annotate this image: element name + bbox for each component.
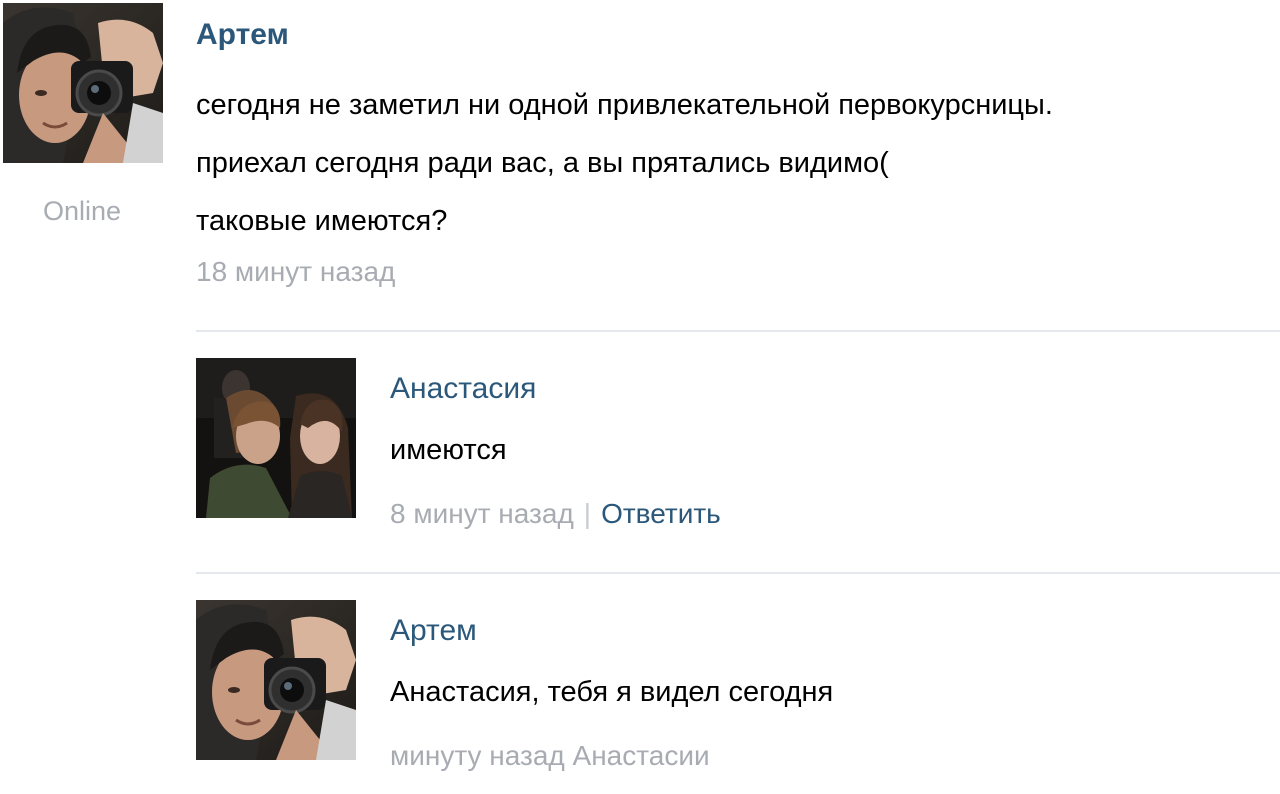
- comment-timestamp[interactable]: 8 минут назад: [390, 498, 574, 529]
- comments-divider: [196, 330, 1280, 332]
- comment-text: Анастасия, тебя я видел сегодня: [390, 676, 834, 708]
- comment-item: Анастасия имеются 8 минут назад | Ответить: [196, 358, 1280, 529]
- post-text-line: таковые имеются?: [196, 205, 448, 237]
- comment-author-name[interactable]: Артем: [390, 614, 477, 648]
- comment-author-avatar[interactable]: [196, 600, 356, 760]
- comments-divider: [196, 572, 1280, 574]
- man-with-camera-photo-icon: [196, 600, 356, 760]
- meta-separator: |: [583, 498, 592, 529]
- two-girls-photo-icon: [196, 358, 356, 518]
- reply-link[interactable]: Ответить: [601, 498, 721, 529]
- comment-meta: минуту назад Анастасии: [390, 740, 710, 772]
- post-author-avatar[interactable]: [3, 3, 163, 163]
- comment-author-avatar[interactable]: [196, 358, 356, 518]
- comment-timestamp[interactable]: минуту назад Анастасии: [390, 740, 710, 771]
- post-text: сегодня не заметил ни одной привлекатель…: [196, 76, 1280, 250]
- comment-meta: 8 минут назад | Ответить: [390, 498, 721, 530]
- comment-item: Артем Анастасия, тебя я видел сегодня ми…: [196, 600, 1280, 771]
- comment-author-name[interactable]: Анастасия: [390, 372, 536, 406]
- post-author-name[interactable]: Артем: [196, 18, 289, 52]
- post-text-line: приехал сегодня ради вас, а вы прятались…: [196, 147, 889, 179]
- online-status: Online: [42, 196, 122, 226]
- man-with-camera-photo-icon: [3, 3, 163, 163]
- wall-post: Online Артем сегодня не заметил ни одной…: [0, 0, 1280, 794]
- post-timestamp[interactable]: 18 минут назад: [196, 256, 395, 288]
- post-text-line: сегодня не заметил ни одной привлекатель…: [196, 89, 1053, 121]
- comment-text: имеются: [390, 434, 507, 466]
